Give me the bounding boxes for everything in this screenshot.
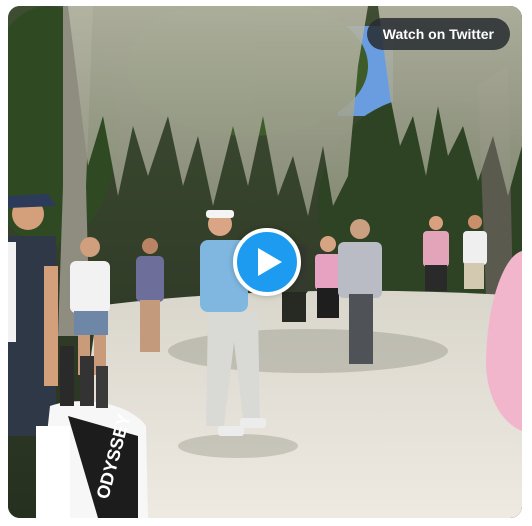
play-icon [257, 248, 282, 276]
play-button[interactable] [233, 228, 301, 296]
watch-on-twitter-button[interactable]: Watch on Twitter [366, 18, 510, 50]
video-embed: ODYSSEY Watch on Twitter [8, 6, 522, 518]
